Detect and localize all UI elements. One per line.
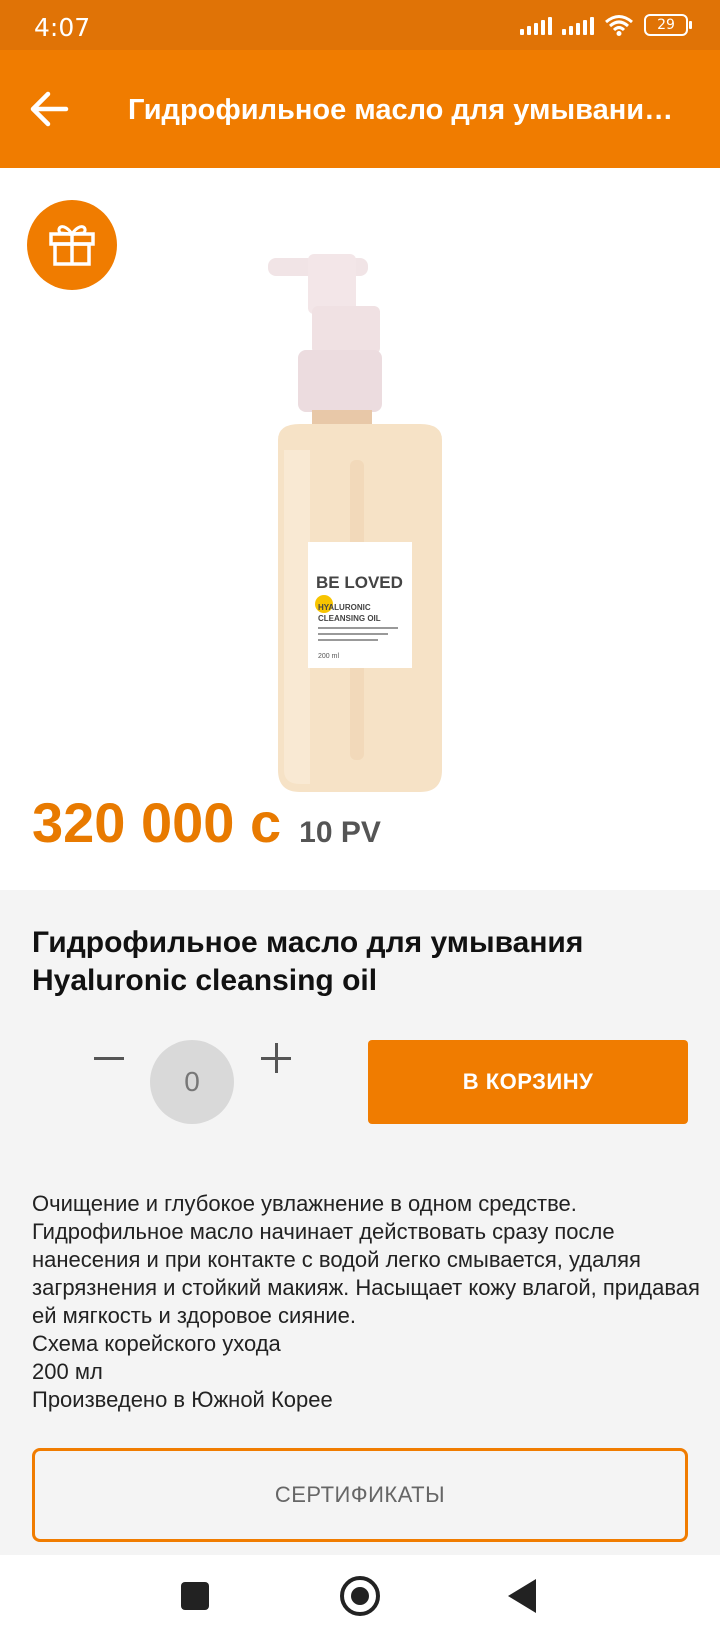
system-back-button[interactable] bbox=[508, 1579, 536, 1613]
status-icons: 29 bbox=[520, 14, 692, 36]
signal-icon bbox=[562, 15, 594, 35]
quantity-value: 0 bbox=[150, 1040, 234, 1124]
status-time: 4:07 bbox=[34, 13, 91, 42]
gift-badge[interactable] bbox=[27, 200, 117, 290]
product-details: Гидрофильное масло для умывания Hyaluron… bbox=[0, 890, 720, 1555]
description-line: 200 мл bbox=[32, 1359, 103, 1384]
system-nav-bar bbox=[0, 1555, 720, 1650]
recents-button[interactable] bbox=[181, 1582, 209, 1610]
wifi-icon bbox=[605, 15, 633, 36]
label-volume: 200 ml bbox=[318, 653, 339, 660]
label-brand: BE LOVED bbox=[316, 573, 403, 592]
product-image: BE LOVED HYALURONIC CLEANSING OIL 200 ml bbox=[268, 254, 442, 792]
signal-icon bbox=[520, 15, 552, 35]
gift-icon bbox=[49, 225, 95, 266]
battery-icon: 29 bbox=[644, 14, 692, 36]
certificates-button[interactable]: СЕРТИФИКАТЫ bbox=[32, 1448, 688, 1542]
label-line2: CLEANSING OIL bbox=[318, 614, 381, 623]
product-name: Гидрофильное масло для умывания Hyaluron… bbox=[32, 926, 584, 997]
page-title: Гидрофильное масло для умывания Hyaluron… bbox=[128, 94, 688, 126]
quantity-decrease-button[interactable] bbox=[86, 1036, 130, 1080]
pv-value: 10 PV bbox=[299, 816, 381, 849]
status-bar: 4:07 29 bbox=[0, 0, 720, 50]
price: 320 000 с bbox=[32, 791, 282, 854]
description-line: Схема корейского ухода bbox=[32, 1331, 281, 1356]
description-line: Произведено в Южной Корее bbox=[32, 1387, 333, 1412]
description-text: Очищение и глубокое увлажнение в одном с… bbox=[32, 1191, 700, 1328]
back-button[interactable] bbox=[26, 86, 72, 132]
product-image-area: BE LOVED HYALURONIC CLEANSING OIL 200 ml… bbox=[0, 168, 720, 890]
add-to-cart-button[interactable]: В КОРЗИНУ bbox=[368, 1040, 688, 1124]
home-button[interactable] bbox=[340, 1576, 380, 1616]
quantity-increase-button[interactable] bbox=[254, 1036, 298, 1080]
product-description: Очищение и глубокое увлажнение в одном с… bbox=[32, 1190, 702, 1414]
app-bar: Гидрофильное масло для умывания Hyaluron… bbox=[0, 50, 720, 168]
arrow-back-icon bbox=[30, 91, 69, 127]
label-line1: HYALURONIC bbox=[318, 603, 371, 612]
price-row: 320 000 с 10 PV bbox=[32, 790, 381, 855]
